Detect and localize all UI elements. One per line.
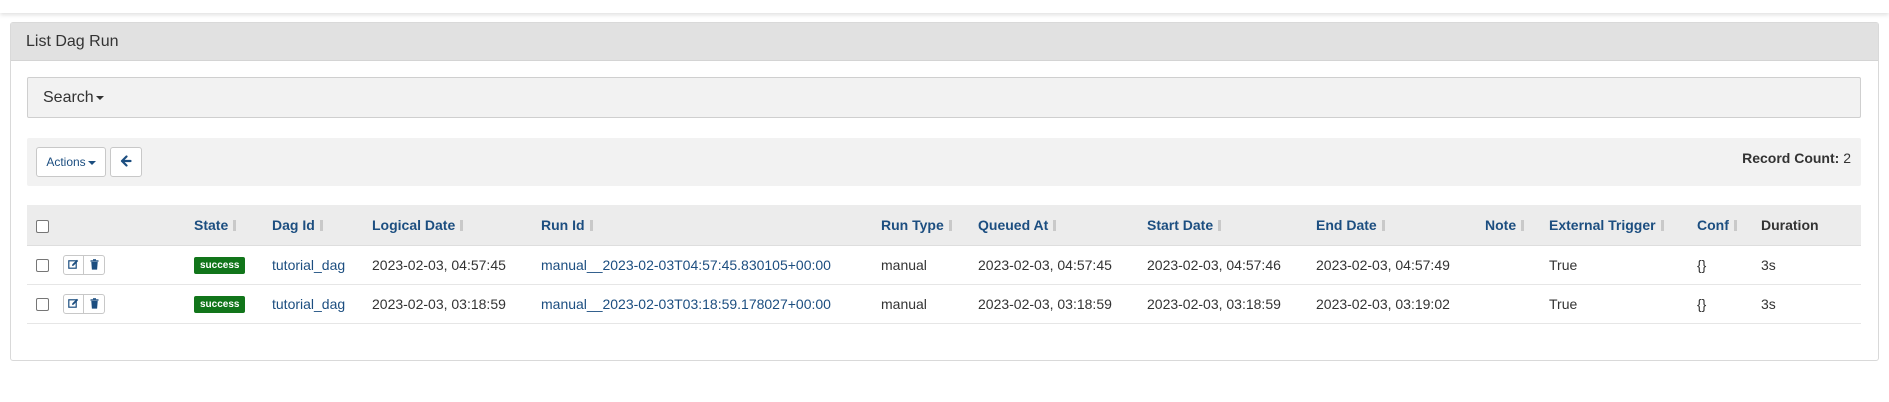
note-cell: [1485, 284, 1549, 324]
table-row: success tutorial_dag 2023-02-03, 03:18:5…: [27, 284, 1861, 324]
search-label: Search: [43, 89, 94, 106]
logical-date-cell: 2023-02-03, 03:18:59: [372, 284, 541, 324]
search-dropdown[interactable]: Search: [27, 77, 1861, 118]
sort-icon: [1733, 219, 1738, 231]
row-action-buttons: [63, 254, 105, 275]
row-select-cell: [27, 284, 63, 324]
logical-date-cell: 2023-02-03, 04:57:45: [372, 245, 541, 285]
select-all-cell: [27, 205, 63, 246]
column-header-conf[interactable]: Conf: [1697, 205, 1761, 246]
column-header-state[interactable]: State: [194, 205, 272, 246]
record-count-label: Record Count:: [1742, 150, 1840, 166]
edit-button[interactable]: [63, 254, 84, 275]
dag-id-link[interactable]: tutorial_dag: [272, 296, 345, 312]
column-header-external-trigger[interactable]: External Trigger: [1549, 205, 1697, 246]
row-select-cell: [27, 245, 63, 285]
row-checkbox[interactable]: [36, 298, 49, 312]
select-all-checkbox[interactable]: [36, 219, 49, 233]
column-header-end-date[interactable]: End Date: [1316, 205, 1485, 246]
edit-button[interactable]: [63, 293, 84, 314]
duration-cell: 3s: [1761, 245, 1861, 285]
trash-icon: [90, 259, 98, 270]
back-button[interactable]: [110, 147, 142, 177]
external-trigger-cell: True: [1549, 245, 1697, 285]
status-badge: success: [194, 296, 246, 313]
state-cell: success: [194, 284, 272, 324]
run-type-cell: manual: [881, 245, 978, 285]
arrow-left-icon: [120, 155, 132, 167]
note-cell: [1485, 245, 1549, 285]
run-id-link[interactable]: manual__2023-02-03T03:18:59.178027+00:00: [541, 296, 831, 312]
chevron-down-icon: [95, 95, 104, 100]
edit-icon: [68, 298, 79, 308]
end-date-cell: 2023-02-03, 03:19:02: [1316, 284, 1485, 324]
dag-id-cell: tutorial_dag: [272, 284, 372, 324]
sort-icon: [1381, 219, 1386, 231]
queued-at-cell: 2023-02-03, 03:18:59: [978, 284, 1147, 324]
run-type-cell: manual: [881, 284, 978, 324]
edit-icon: [68, 259, 79, 269]
row-actions-cell: [63, 284, 194, 324]
sort-icon: [1217, 219, 1222, 231]
column-header-duration: Duration: [1761, 205, 1861, 246]
top-bar-shadow: [0, 0, 1889, 13]
external-trigger-cell: True: [1549, 284, 1697, 324]
column-header-logical-date[interactable]: Logical Date: [372, 205, 541, 246]
panel-title: List Dag Run: [11, 23, 1878, 61]
row-action-buttons: [63, 293, 105, 314]
queued-at-cell: 2023-02-03, 04:57:45: [978, 245, 1147, 285]
chevron-down-icon: [87, 160, 96, 165]
sort-icon: [319, 219, 324, 231]
sort-icon: [1520, 219, 1525, 231]
sort-icon: [1052, 219, 1057, 231]
run-id-cell: manual__2023-02-03T03:18:59.178027+00:00: [541, 284, 881, 324]
state-cell: success: [194, 245, 272, 285]
record-count: Record Count: 2: [1742, 150, 1851, 166]
actions-label: Actions: [46, 155, 86, 169]
column-header-run-id[interactable]: Run Id: [541, 205, 881, 246]
column-header-run-type[interactable]: Run Type: [881, 205, 978, 246]
list-dag-run-panel: List Dag Run Search Actions Record Count…: [10, 22, 1879, 361]
start-date-cell: 2023-02-03, 03:18:59: [1147, 284, 1316, 324]
actions-column-header: [63, 205, 194, 246]
run-id-link[interactable]: manual__2023-02-03T04:57:45.830105+00:00: [541, 257, 831, 273]
row-actions-cell: [63, 245, 194, 285]
run-id-cell: manual__2023-02-03T04:57:45.830105+00:00: [541, 245, 881, 285]
conf-cell: {}: [1697, 245, 1761, 285]
column-header-note[interactable]: Note: [1485, 205, 1549, 246]
status-badge: success: [194, 257, 246, 274]
table-row: success tutorial_dag 2023-02-03, 04:57:4…: [27, 245, 1861, 285]
delete-button[interactable]: [84, 254, 105, 275]
dag-id-cell: tutorial_dag: [272, 245, 372, 285]
delete-button[interactable]: [84, 293, 105, 314]
dag-id-link[interactable]: tutorial_dag: [272, 257, 345, 273]
sort-icon: [589, 219, 594, 231]
dag-runs-table: State Dag Id Logical Date Run Id Run Typ…: [27, 205, 1861, 324]
column-header-start-date[interactable]: Start Date: [1147, 205, 1316, 246]
row-checkbox[interactable]: [36, 259, 49, 273]
actions-button[interactable]: Actions: [36, 147, 106, 177]
trash-icon: [90, 298, 98, 309]
sort-icon: [232, 219, 237, 231]
column-header-dag-id[interactable]: Dag Id: [272, 205, 372, 246]
table-header-row: State Dag Id Logical Date Run Id Run Typ…: [27, 205, 1861, 246]
start-date-cell: 2023-02-03, 04:57:46: [1147, 245, 1316, 285]
column-header-queued-at[interactable]: Queued At: [978, 205, 1147, 246]
record-count-value: 2: [1843, 150, 1851, 166]
sort-icon: [1660, 219, 1665, 231]
actions-toolbar: Actions Record Count: 2: [27, 138, 1861, 186]
end-date-cell: 2023-02-03, 04:57:49: [1316, 245, 1485, 285]
conf-cell: {}: [1697, 284, 1761, 324]
sort-icon: [948, 219, 953, 231]
sort-icon: [459, 219, 464, 231]
duration-cell: 3s: [1761, 284, 1861, 324]
